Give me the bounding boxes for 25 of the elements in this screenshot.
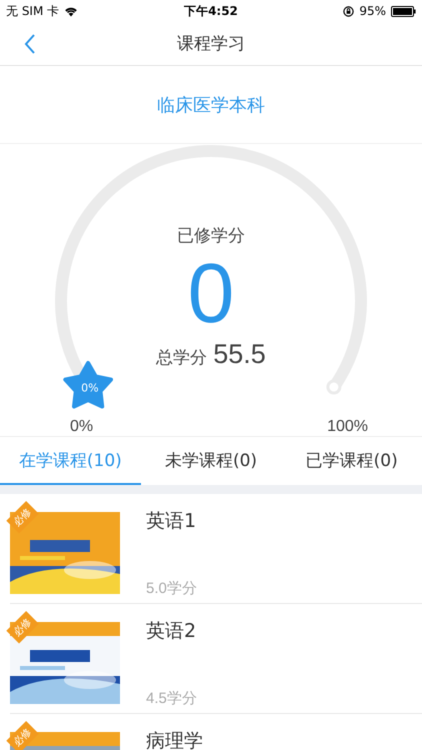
back-icon: [24, 34, 36, 54]
course-tab[interactable]: 未学课程(0): [140, 437, 282, 485]
earned-credits-value: 0: [188, 247, 234, 339]
rotation-lock-icon: [343, 6, 354, 16]
major-title: 临床医学本科: [157, 94, 265, 116]
max-percent: 100%: [327, 418, 368, 436]
course-credits: 4.5学分: [146, 688, 197, 708]
carrier-text: 无 SIM 卡: [6, 2, 60, 20]
star-percent: 0%: [81, 382, 96, 394]
battery-text: 95%: [359, 4, 386, 18]
total-credits-label: 总学分: [156, 347, 208, 369]
wifi-icon: [64, 6, 78, 16]
min-percent: 0%: [70, 418, 94, 436]
course-title: 英语1: [146, 508, 197, 534]
course-item[interactable]: 必修 英语1 5.0学分: [10, 494, 422, 604]
earned-credits-label: 已修学分: [177, 225, 245, 247]
course-credits: 5.0学分: [146, 578, 197, 598]
page-title: 课程学习: [177, 33, 245, 55]
clock-text: 下午4:52: [184, 2, 238, 20]
course-item[interactable]: 必修 英语2 4.5学分: [10, 604, 422, 714]
course-tab[interactable]: 已学课程(0): [281, 437, 422, 485]
battery-icon: [390, 6, 416, 16]
total-credits-value: 55.5: [213, 339, 266, 370]
course-title: 病理学: [146, 728, 203, 750]
course-title: 英语2: [146, 618, 197, 644]
